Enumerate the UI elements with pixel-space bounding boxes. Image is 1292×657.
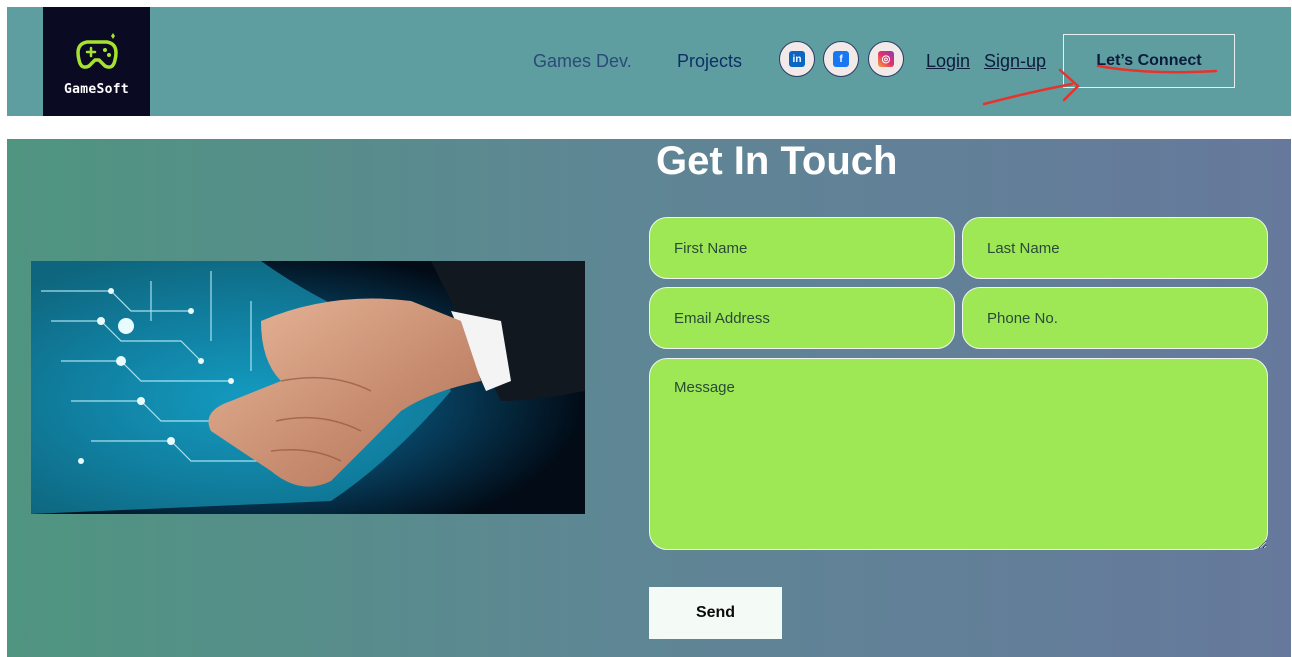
- logo[interactable]: GameSoft: [43, 7, 150, 116]
- handshake-image: [31, 261, 585, 514]
- nav-games-dev[interactable]: Games Dev.: [533, 51, 632, 72]
- phone-field[interactable]: [962, 287, 1268, 349]
- signup-link[interactable]: Sign-up: [984, 51, 1046, 72]
- instagram-button[interactable]: ◎: [868, 41, 904, 77]
- send-button[interactable]: Send: [649, 587, 782, 639]
- navbar: GameSoft Games Dev. Projects in f ◎ Logi…: [7, 7, 1291, 116]
- linkedin-icon: in: [789, 51, 805, 67]
- email-field[interactable]: [649, 287, 955, 349]
- contact-section: Get In Touch Send: [7, 139, 1291, 657]
- gamepad-icon: [75, 33, 118, 69]
- last-name-field[interactable]: [962, 217, 1268, 279]
- nav-projects[interactable]: Projects: [677, 51, 742, 72]
- linkedin-button[interactable]: in: [779, 41, 815, 77]
- login-link[interactable]: Login: [926, 51, 970, 72]
- logo-text: GameSoft: [63, 82, 129, 97]
- handshake-illustration: [31, 261, 585, 514]
- facebook-button[interactable]: f: [823, 41, 859, 77]
- first-name-field[interactable]: [649, 217, 955, 279]
- lets-connect-button[interactable]: Let’s Connect: [1063, 34, 1235, 88]
- facebook-icon: f: [833, 51, 849, 67]
- page-title: Get In Touch: [656, 139, 898, 183]
- instagram-icon: ◎: [878, 51, 894, 67]
- message-field[interactable]: [649, 358, 1268, 550]
